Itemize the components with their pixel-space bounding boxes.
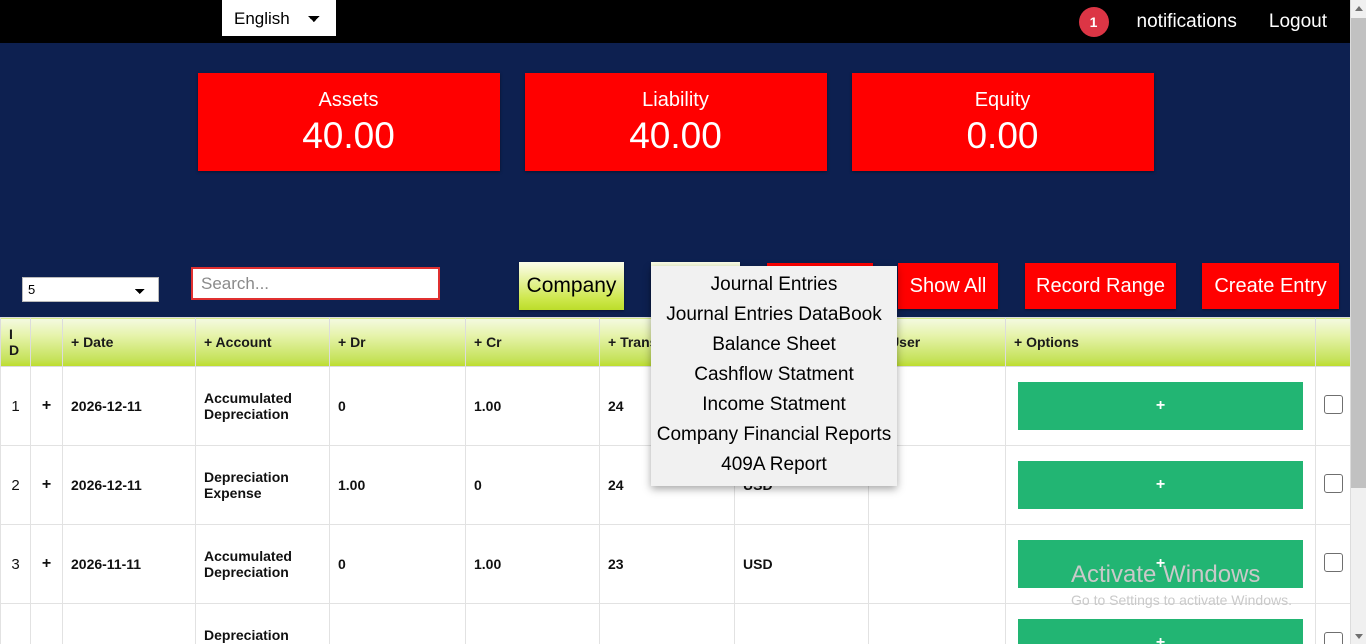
row-expand-toggle[interactable]: + <box>30 524 63 604</box>
row-options-button[interactable]: + <box>1018 461 1303 509</box>
summary-card-title: Liability <box>642 88 709 111</box>
table-row: 3 + 2026-11-11 Accumulated Depreciation … <box>0 524 1351 604</box>
show-all-button[interactable]: Show All <box>898 263 998 309</box>
top-navigation-bar: English 1 notifications Logout <box>0 0 1351 43</box>
notifications-link[interactable]: notifications <box>1121 11 1253 33</box>
cell-currency: USD <box>734 524 869 604</box>
search-input[interactable] <box>191 267 440 300</box>
cell-cr: 0 <box>465 445 600 525</box>
menu-item-journal-entries-databook[interactable]: Journal Entries DataBook <box>651 300 897 330</box>
cell-options: + <box>1005 445 1316 525</box>
row-expand-toggle[interactable] <box>30 603 63 644</box>
cell-currency <box>734 603 869 644</box>
row-options-button[interactable]: + <box>1018 382 1303 430</box>
summary-cards: Assets 40.00 Liability 40.00 Equity 0.00 <box>0 43 1351 171</box>
row-expand-toggle[interactable]: + <box>30 366 63 446</box>
cell-dr: 1.00 <box>329 445 466 525</box>
cell-account: Accumulated Depreciation <box>195 524 330 604</box>
cell-id: 3 <box>0 524 31 604</box>
cell-user <box>868 603 1006 644</box>
page-scrollbar[interactable] <box>1350 0 1366 644</box>
menu-item-409a-report[interactable]: 409A Report <box>651 450 897 480</box>
cell-cr: 1.00 <box>465 366 600 446</box>
cell-options: + <box>1005 524 1316 604</box>
column-header-dr[interactable]: + Dr <box>329 317 466 367</box>
menu-item-balance-sheet[interactable]: Balance Sheet <box>651 330 897 360</box>
column-header-select <box>1315 317 1351 367</box>
cell-id: 2 <box>0 445 31 525</box>
table-row: Depreciation Expense + <box>0 603 1351 644</box>
summary-card-liability: Liability 40.00 <box>524 73 827 171</box>
cell-date <box>62 603 196 644</box>
row-options-button[interactable]: + <box>1018 540 1303 588</box>
cell-date: 2026-12-11 <box>62 366 196 446</box>
column-header-options[interactable]: + Options <box>1005 317 1316 367</box>
scroll-up-arrow-icon[interactable] <box>1351 0 1366 16</box>
row-select-checkbox[interactable] <box>1324 474 1343 493</box>
cell-date: 2026-11-11 <box>62 524 196 604</box>
cell-id: 1 <box>0 366 31 446</box>
scrollbar-thumb[interactable] <box>1351 18 1366 488</box>
summary-card-title: Equity <box>974 88 1031 111</box>
cell-select <box>1315 366 1351 446</box>
cell-dr: 0 <box>329 524 466 604</box>
summary-card-value: 40.00 <box>629 114 722 156</box>
topbar-right-group: 1 notifications Logout <box>1078 0 1343 43</box>
summary-card-value: 40.00 <box>302 114 395 156</box>
record-range-button[interactable]: Record Range <box>1025 263 1176 309</box>
row-select-checkbox[interactable] <box>1324 395 1343 414</box>
row-expand-toggle[interactable]: + <box>30 445 63 525</box>
summary-card-title: Assets <box>318 88 379 111</box>
company-button[interactable]: Company <box>519 262 624 310</box>
scroll-down-arrow-icon[interactable] <box>1351 628 1366 644</box>
cell-trans-no: 23 <box>599 524 735 604</box>
row-select-checkbox[interactable] <box>1324 632 1343 644</box>
summary-card-value: 0.00 <box>966 114 1039 156</box>
summary-card-assets: Assets 40.00 <box>197 73 500 171</box>
row-options-button[interactable]: + <box>1018 619 1303 644</box>
cell-cr: 1.00 <box>465 524 600 604</box>
cell-cr <box>465 603 600 644</box>
cell-user <box>868 524 1006 604</box>
cell-select <box>1315 524 1351 604</box>
cell-date: 2026-12-11 <box>62 445 196 525</box>
column-header-expand <box>30 317 63 367</box>
cell-trans-no <box>599 603 735 644</box>
cell-select <box>1315 445 1351 525</box>
row-select-checkbox[interactable] <box>1324 553 1343 572</box>
reports-dropdown-menu: Journal Entries Journal Entries DataBook… <box>651 266 897 486</box>
column-header-id[interactable]: I D <box>0 317 31 367</box>
language-select[interactable]: English <box>222 0 336 36</box>
cell-account: Accumulated Depreciation <box>195 366 330 446</box>
logout-link[interactable]: Logout <box>1253 11 1343 33</box>
cell-options: + <box>1005 366 1316 446</box>
app-root: English 1 notifications Logout Assets 40… <box>0 0 1351 644</box>
menu-item-journal-entries[interactable]: Journal Entries <box>651 270 897 300</box>
cell-id <box>0 603 31 644</box>
cell-dr: 0 <box>329 366 466 446</box>
menu-item-cashflow-statement[interactable]: Cashflow Statment <box>651 360 897 390</box>
column-header-date[interactable]: + Date <box>62 317 196 367</box>
column-header-cr[interactable]: + Cr <box>465 317 600 367</box>
cell-select <box>1315 603 1351 644</box>
notification-count-badge[interactable]: 1 <box>1078 6 1109 37</box>
summary-card-equity: Equity 0.00 <box>851 73 1154 171</box>
create-entry-button[interactable]: Create Entry <box>1202 263 1339 309</box>
cell-account: Depreciation Expense <box>195 445 330 525</box>
page-length-select[interactable]: 5 <box>22 277 159 302</box>
menu-item-company-financial-reports[interactable]: Company Financial Reports <box>651 420 897 450</box>
menu-item-income-statement[interactable]: Income Statment <box>651 390 897 420</box>
cell-options: + <box>1005 603 1316 644</box>
cell-account: Depreciation Expense <box>195 603 330 644</box>
column-header-account[interactable]: + Account <box>195 317 330 367</box>
cell-dr <box>329 603 466 644</box>
